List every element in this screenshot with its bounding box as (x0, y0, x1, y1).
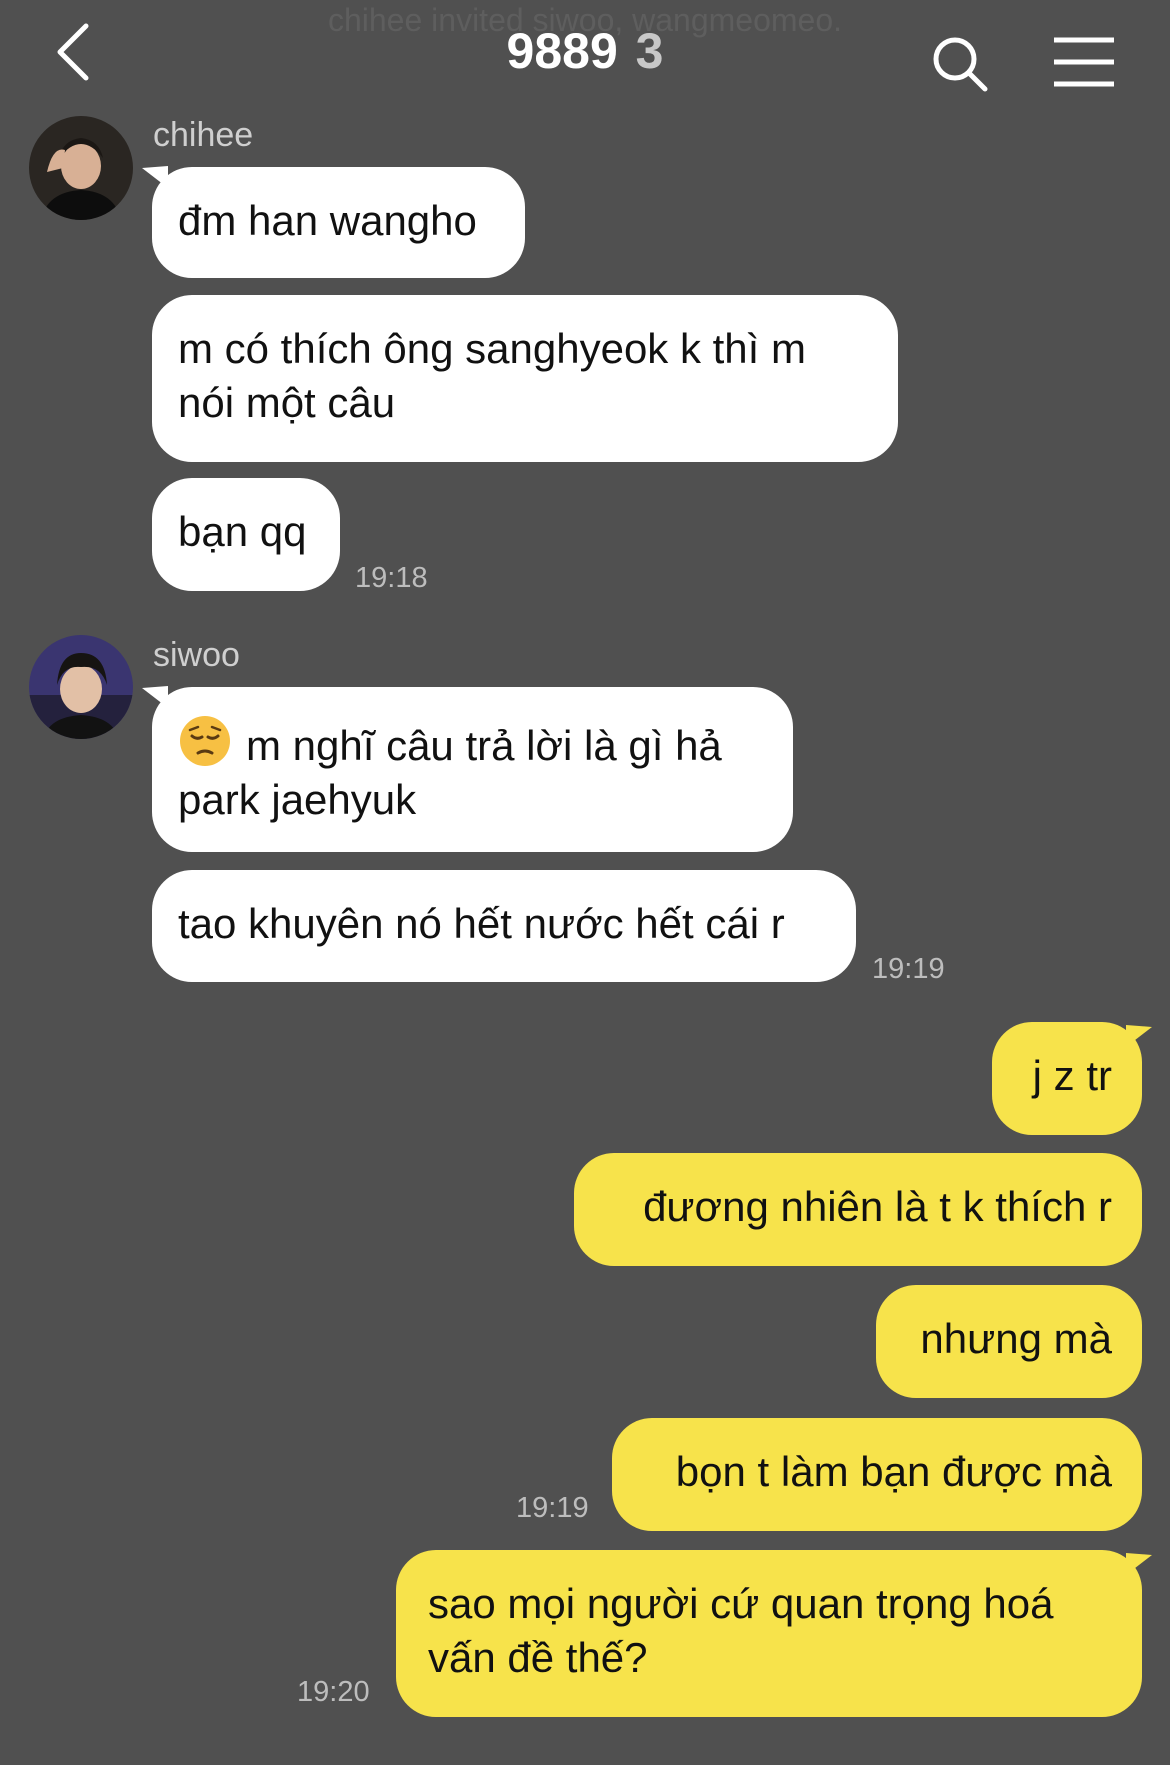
avatar-chihee[interactable] (29, 116, 133, 220)
menu-button[interactable] (1052, 36, 1116, 88)
profile-photo (29, 116, 133, 220)
message-timestamp: 19:20 (297, 1676, 370, 1708)
sender-name-siwoo: siwoo (153, 636, 240, 674)
chat-room-name: 9889 (506, 23, 618, 79)
message-timestamp: 19:19 (516, 1492, 589, 1524)
chat-header: chihee invited siwoo, wangmeomeo. 9889 3 (0, 0, 1170, 110)
search-icon (933, 37, 988, 92)
message-text: tao khuyên nó hết nước hết cái r (178, 900, 785, 947)
message-text-line-1: sao mọi người cứ quan trọng hoá (428, 1580, 1054, 1627)
message-text-line-2: park jaehyuk (178, 776, 417, 823)
message-text-line-1: m có thích ông sanghyeok k thì m (178, 325, 806, 372)
message-text: j z tr (1032, 1052, 1112, 1099)
avatar-siwoo[interactable] (29, 635, 133, 739)
message-text: m nghĩ câu trả lời là gì hả (246, 722, 722, 769)
message-bubble-siwoo-2[interactable]: tao khuyên nó hết nước hết cái r (152, 870, 856, 982)
message-timestamp: 19:19 (872, 953, 945, 985)
message-text: đm han wangho (178, 197, 477, 244)
message-text-line-1: m nghĩ câu trả lời là gì hả (178, 714, 767, 773)
message-bubble-chihee-2[interactable]: m có thích ông sanghyeok k thì m nói một… (152, 295, 898, 462)
member-count: 3 (635, 23, 664, 79)
my-message-bubble-5[interactable]: sao mọi người cứ quan trọng hoá vấn đề t… (396, 1550, 1142, 1717)
my-message-bubble-1[interactable]: j z tr (992, 1022, 1142, 1135)
message-text: bọn t làm bạn được mà (675, 1448, 1112, 1495)
message-bubble-siwoo-1[interactable]: m nghĩ câu trả lời là gì hả park jaehyuk (152, 687, 793, 852)
search-button[interactable] (930, 34, 990, 94)
my-message-bubble-3[interactable]: nhưng mà (876, 1285, 1142, 1398)
chat-title: 9889 3 (0, 22, 1170, 80)
message-text: đương nhiên là t k thích r (643, 1183, 1112, 1230)
message-bubble-chihee-3[interactable]: bạn qq (152, 478, 340, 591)
message-text: bạn qq (178, 508, 307, 555)
my-message-bubble-2[interactable]: đương nhiên là t k thích r (574, 1153, 1142, 1266)
message-bubble-chihee-1[interactable]: đm han wangho (152, 167, 525, 278)
menu-icon (1054, 37, 1114, 87)
sender-name-chihee: chihee (153, 116, 254, 154)
pensive-face-emoji (180, 716, 230, 766)
message-text: nhưng mà (920, 1315, 1112, 1362)
message-timestamp: 19:18 (355, 562, 428, 594)
message-text-line-2: vấn đề thế? (428, 1634, 648, 1681)
profile-photo (29, 635, 133, 739)
message-text-line-2: nói một câu (178, 379, 396, 426)
my-message-bubble-4[interactable]: bọn t làm bạn được mà (612, 1418, 1142, 1531)
